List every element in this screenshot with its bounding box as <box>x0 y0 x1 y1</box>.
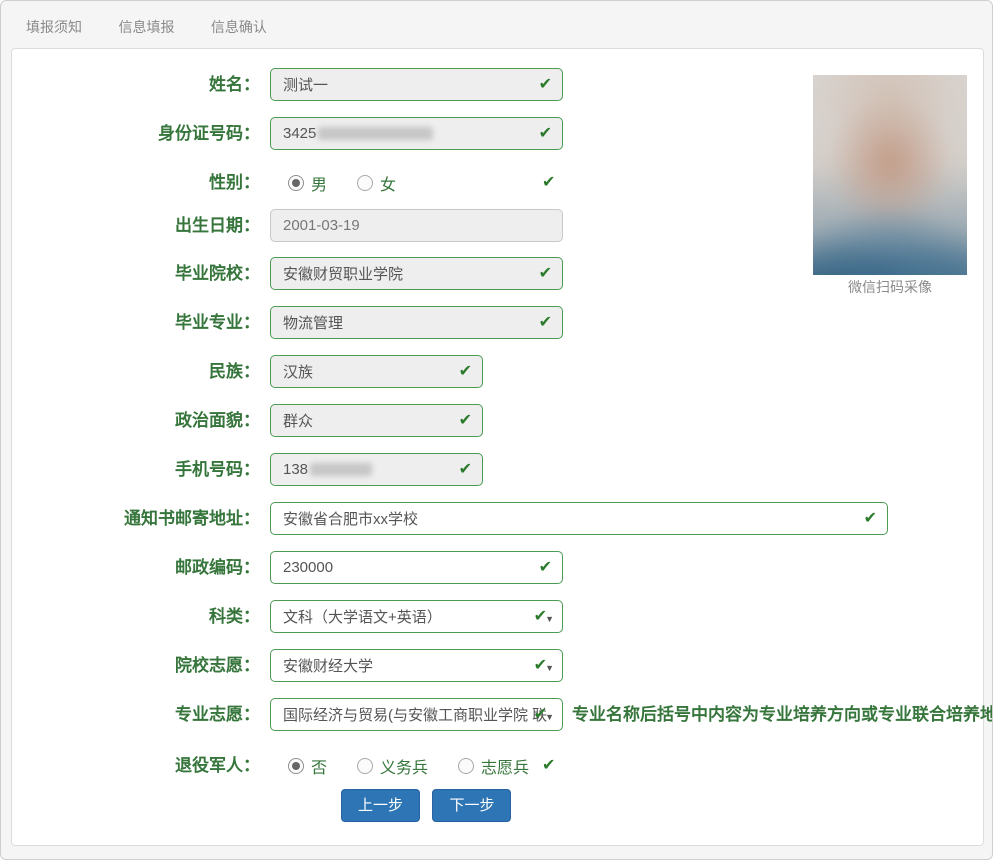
phone-masked-blur <box>310 463 372 476</box>
major-preference-value: 国际经济与贸易(与安徽工商职业学院 联 <box>283 704 547 725</box>
gender-option-male[interactable]: 男 <box>288 171 327 195</box>
tab-filing-instructions[interactable]: 填报须知 <box>26 17 82 37</box>
valid-check-icon <box>539 266 552 282</box>
veteran-option-conscript-label: 义务兵 <box>380 754 428 778</box>
previous-step-button[interactable]: 上一步 <box>341 789 420 822</box>
political-status-input[interactable]: 群众 <box>270 404 483 437</box>
college-preference-label: 院校志愿： <box>12 649 260 682</box>
political-status-value: 群众 <box>283 410 313 431</box>
ethnicity-label: 民族： <box>12 355 260 388</box>
tab-information-confirmation[interactable]: 信息确认 <box>211 17 267 37</box>
phone-label: 手机号码： <box>12 453 260 486</box>
birth-date-input: 2001-03-19 <box>270 209 563 242</box>
application-form-page: 填报须知 信息填报 信息确认 姓名： 测试一 身份证号码： 3425 <box>0 0 993 860</box>
row-major-preference: 专业志愿： 国际经济与贸易(与安徽工商职业学院 联 专业名称后括号中内容为专业培… <box>12 698 983 731</box>
ethnicity-value: 汉族 <box>283 361 313 382</box>
ethnicity-input[interactable]: 汉族 <box>270 355 483 388</box>
row-postal-code: 邮政编码： 230000 <box>12 551 983 584</box>
mailing-address-value: 安徽省合肥市xx学校 <box>283 508 418 529</box>
row-political-status: 政治面貌： 群众 <box>12 404 983 437</box>
row-phone: 手机号码： 138 <box>12 453 983 486</box>
id-number-label: 身份证号码： <box>12 117 260 150</box>
valid-check-icon <box>539 315 552 331</box>
applicant-photo <box>813 75 967 275</box>
birth-date-label: 出生日期： <box>12 209 260 242</box>
gender-label: 性别： <box>12 166 260 199</box>
phone-value-prefix: 138 <box>283 461 308 478</box>
veteran-label: 退役军人： <box>12 749 260 782</box>
row-ethnicity: 民族： 汉族 <box>12 355 983 388</box>
veteran-option-no[interactable]: 否 <box>288 754 327 778</box>
subject-category-label: 科类： <box>12 600 260 633</box>
row-veteran: 退役军人： 否 义务兵 志愿兵 <box>12 749 983 782</box>
photo-caption: 微信扫码采像 <box>813 277 967 297</box>
valid-check-icon <box>539 126 552 142</box>
gender-option-male-label: 男 <box>311 171 327 195</box>
next-step-button[interactable]: 下一步 <box>432 789 511 822</box>
graduation-major-input[interactable]: 物流管理 <box>270 306 563 339</box>
valid-check-icon <box>459 462 472 478</box>
major-preference-note: 专业名称后括号中内容为专业培养方向或专业联合培养地点 <box>572 698 993 731</box>
valid-check-icon <box>539 560 552 576</box>
postal-code-input[interactable]: 230000 <box>270 551 563 584</box>
tab-information-filling[interactable]: 信息填报 <box>118 17 174 37</box>
radio-selected-icon[interactable] <box>288 758 304 774</box>
radio-unselected-icon[interactable] <box>357 175 373 191</box>
political-status-label: 政治面貌： <box>12 404 260 437</box>
valid-check-icon <box>542 175 555 191</box>
radio-unselected-icon[interactable] <box>357 758 373 774</box>
veteran-radio-group: 否 义务兵 志愿兵 <box>270 749 559 782</box>
college-preference-select[interactable]: 安徽财经大学 <box>270 649 563 682</box>
valid-check-icon <box>534 609 547 625</box>
name-value: 测试一 <box>283 74 328 95</box>
valid-check-icon <box>539 77 552 93</box>
subject-category-select[interactable]: 文科（大学语文+英语） <box>270 600 563 633</box>
veteran-option-no-label: 否 <box>311 754 327 778</box>
major-preference-select[interactable]: 国际经济与贸易(与安徽工商职业学院 联 <box>270 698 563 731</box>
row-subject-category: 科类： 文科（大学语文+英语） <box>12 600 983 633</box>
gender-option-female[interactable]: 女 <box>357 171 396 195</box>
graduation-major-label: 毕业专业： <box>12 306 260 339</box>
phone-input[interactable]: 138 <box>270 453 483 486</box>
row-graduation-major: 毕业专业： 物流管理 <box>12 306 983 339</box>
id-number-masked-blur <box>318 127 433 140</box>
valid-check-icon <box>534 707 547 723</box>
valid-check-icon <box>459 364 472 380</box>
valid-check-icon <box>459 413 472 429</box>
blurred-portrait-image <box>813 75 967 275</box>
graduation-school-value: 安徽财贸职业学院 <box>283 263 403 284</box>
gender-radio-group: 男 女 <box>270 166 426 199</box>
name-input[interactable]: 测试一 <box>270 68 563 101</box>
id-number-input[interactable]: 3425 <box>270 117 563 150</box>
radio-unselected-icon[interactable] <box>458 758 474 774</box>
postal-code-value: 230000 <box>283 559 333 576</box>
college-preference-value: 安徽财经大学 <box>283 655 373 676</box>
postal-code-label: 邮政编码： <box>12 551 260 584</box>
row-buttons: 上一步 下一步 <box>341 789 993 822</box>
mailing-address-input[interactable]: 安徽省合肥市xx学校 <box>270 502 888 535</box>
name-label: 姓名： <box>12 68 260 101</box>
valid-check-icon <box>542 758 555 774</box>
veteran-option-conscript[interactable]: 义务兵 <box>357 754 428 778</box>
graduation-school-label: 毕业院校： <box>12 257 260 290</box>
mailing-address-label: 通知书邮寄地址： <box>12 502 260 535</box>
gender-option-female-label: 女 <box>380 171 396 195</box>
major-preference-label: 专业志愿： <box>12 698 260 731</box>
form-panel: 姓名： 测试一 身份证号码： 3425 性别： <box>11 48 984 846</box>
row-mailing-address: 通知书邮寄地址： 安徽省合肥市xx学校 <box>12 502 983 535</box>
graduation-school-input[interactable]: 安徽财贸职业学院 <box>270 257 563 290</box>
valid-check-icon <box>864 511 877 527</box>
graduation-major-value: 物流管理 <box>283 312 343 333</box>
row-college-preference: 院校志愿： 安徽财经大学 <box>12 649 983 682</box>
veteran-option-volunteer[interactable]: 志愿兵 <box>458 754 529 778</box>
veteran-option-volunteer-label: 志愿兵 <box>481 754 529 778</box>
birth-date-value: 2001-03-19 <box>283 217 360 234</box>
step-tabs: 填报须知 信息填报 信息确认 <box>1 1 992 48</box>
radio-selected-icon[interactable] <box>288 175 304 191</box>
id-number-value-prefix: 3425 <box>283 125 316 142</box>
valid-check-icon <box>534 658 547 674</box>
subject-category-value: 文科（大学语文+英语） <box>283 606 442 627</box>
